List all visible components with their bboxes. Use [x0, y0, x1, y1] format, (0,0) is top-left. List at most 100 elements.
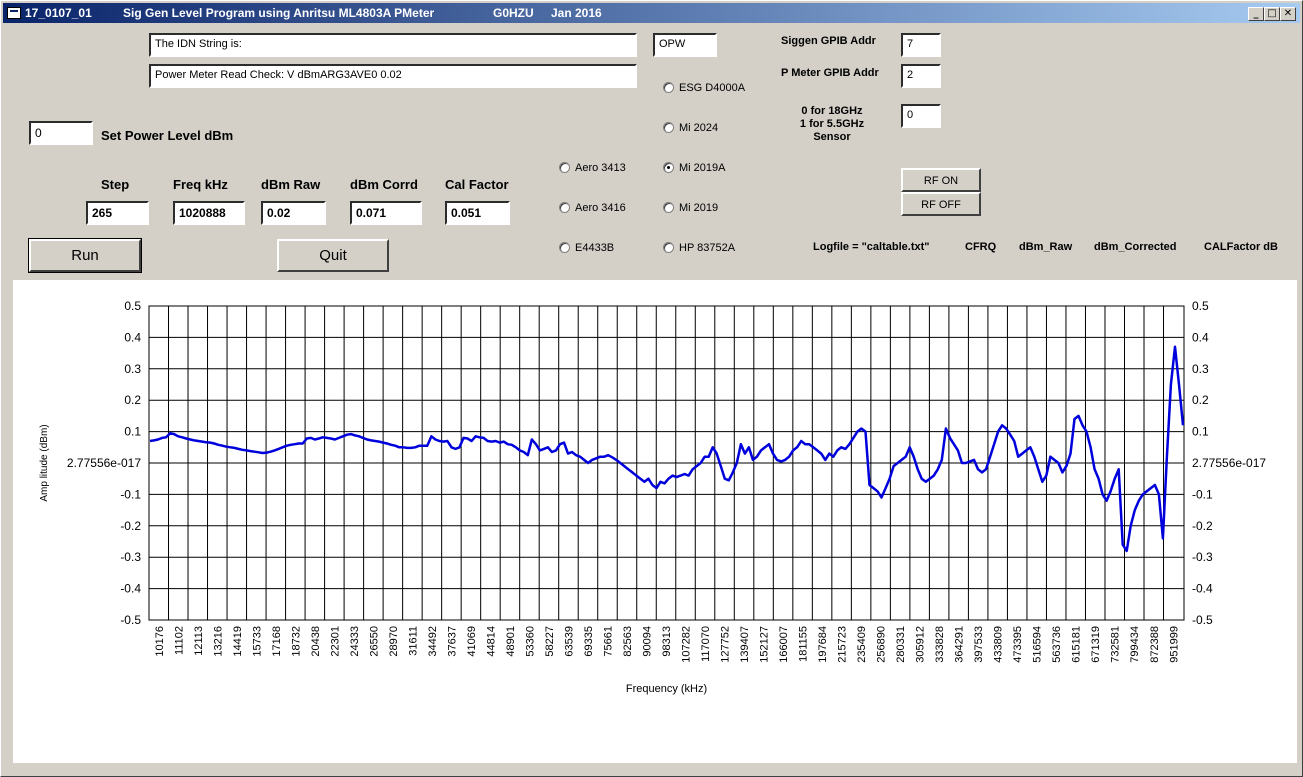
- x-tick-label: 28970: [388, 626, 400, 657]
- x-tick-label: 98313: [661, 626, 673, 657]
- radio-mi-2024[interactable]: Mi 2024: [663, 122, 718, 134]
- minimize-button[interactable]: _: [1248, 7, 1264, 21]
- x-tick-label: 166007: [778, 626, 790, 663]
- radio-mi-2019[interactable]: Mi 2019: [663, 202, 718, 214]
- title-bar[interactable]: 17_0107_01 Sig Gen Level Program using A…: [3, 3, 1300, 23]
- x-tick-label: 53360: [524, 626, 536, 657]
- step-label: Step: [101, 177, 130, 192]
- radio-aero-3413[interactable]: Aero 3413: [559, 162, 626, 174]
- x-tick-label: 90094: [642, 626, 654, 657]
- x-tick-label: 12113: [193, 626, 205, 656]
- x-tick-label: 433809: [993, 626, 1005, 663]
- y-tick-label-left: 0.1: [124, 425, 141, 439]
- pmeter-gpib-input[interactable]: 2: [901, 64, 941, 88]
- x-tick-label: 197684: [817, 626, 829, 663]
- x-tick-label: 215723: [837, 626, 849, 663]
- app-icon: [7, 7, 21, 19]
- radio-label: Mi 2024: [679, 122, 719, 134]
- y-tick-label-left: 2.77556e-017: [67, 456, 141, 470]
- x-tick-label: 107282: [681, 626, 693, 663]
- x-tick-label: 951999: [1168, 626, 1180, 663]
- dbm-corrd-label: dBm Corrd: [350, 177, 418, 192]
- logfile-col-calfactor: CALFactor dB: [1204, 241, 1278, 253]
- y-tick-label-left: -0.5: [120, 613, 141, 627]
- run-button[interactable]: Run: [28, 238, 142, 273]
- radio-e4433b[interactable]: E4433B: [559, 242, 614, 254]
- x-tick-label: 15733: [251, 626, 263, 657]
- title-id: 17_0107_01: [25, 6, 92, 20]
- read-check-field[interactable]: Power Meter Read Check: V dBmARG3AVE0 0.…: [149, 64, 637, 88]
- x-tick-label: 26550: [368, 626, 380, 657]
- x-tick-label: 333828: [934, 626, 946, 663]
- y-tick-label-right: 0.3: [1192, 362, 1209, 376]
- y-tick-label-right: -0.4: [1192, 582, 1213, 596]
- x-tick-label: 18732: [290, 626, 302, 657]
- step-value[interactable]: 265: [86, 201, 149, 225]
- freq-label: Freq kHz: [173, 177, 228, 192]
- x-tick-label: 256890: [876, 626, 888, 663]
- logfile-col-dbm-corrected: dBm_Corrected: [1094, 241, 1177, 253]
- x-tick-label: 13216: [212, 626, 224, 657]
- y-tick-label-right: -0.1: [1192, 487, 1213, 501]
- x-tick-label: 181155: [798, 626, 810, 662]
- y-tick-label-left: 0.2: [124, 393, 141, 407]
- x-tick-label: 44814: [485, 626, 497, 657]
- close-button[interactable]: ✕: [1280, 7, 1296, 21]
- radio-mi-2019a[interactable]: Mi 2019A: [663, 162, 725, 174]
- title-callsign: G0HZU: [493, 6, 534, 20]
- radio-label: Mi 2019: [679, 202, 719, 214]
- x-tick-label: 75661: [602, 626, 614, 657]
- x-tick-label: 732581: [1110, 626, 1122, 663]
- rf-on-button[interactable]: RF ON: [901, 168, 981, 192]
- cal-factor-value[interactable]: 0.051: [445, 201, 510, 225]
- radio-hp-83752a[interactable]: HP 83752A: [663, 242, 735, 254]
- y-tick-label-left: -0.1: [120, 487, 141, 501]
- radio-esg-d4000a[interactable]: ESG D4000A: [663, 82, 745, 94]
- x-tick-label: 31611: [407, 626, 419, 656]
- radio-label: E4433B: [575, 242, 615, 254]
- freq-value[interactable]: 1020888: [173, 201, 245, 225]
- siggen-gpib-input[interactable]: 7: [901, 33, 941, 57]
- dbm-corrd-value[interactable]: 0.071: [350, 201, 422, 225]
- chart-panel: 0.5 0.5 0.4 0.4 0.3 0.3 0.2 0.2 0.1 0.1 2.77556e-0…: [13, 280, 1297, 763]
- x-tick-label: 671319: [1090, 626, 1102, 663]
- sensor-input[interactable]: 0: [901, 104, 941, 128]
- siggen-gpib-label: Siggen GPIB Addr: [781, 35, 876, 47]
- radio-dot: [663, 202, 674, 213]
- x-tick-label: 473395: [1012, 626, 1024, 663]
- sensor-label-line2: 1 for 5.5GHz: [799, 118, 865, 130]
- logfile-label: Logfile = "caltable.txt": [813, 241, 930, 253]
- title-text: Sig Gen Level Program using Anritsu ML48…: [123, 6, 435, 20]
- y-tick-label-right: 0.4: [1192, 330, 1209, 344]
- maximize-button[interactable]: □: [1264, 7, 1280, 21]
- rf-off-button[interactable]: RF OFF: [901, 192, 981, 216]
- y-tick-label-right: -0.3: [1192, 550, 1213, 564]
- x-tick-label: 235409: [856, 626, 868, 663]
- x-tick-label: 24333: [349, 626, 361, 657]
- calibration-chart: 0.5 0.5 0.4 0.4 0.3 0.3 0.2 0.2 0.1 0.1 2.77556e-0…: [39, 299, 1266, 695]
- x-tick-label: 11102: [173, 626, 185, 655]
- x-axis-label: Frequency (kHz): [626, 683, 707, 695]
- x-tick-label: 58227: [544, 626, 556, 657]
- y-tick-label-left: -0.2: [120, 519, 141, 533]
- x-tick-label: 364291: [954, 626, 966, 663]
- idn-string-field[interactable]: The IDN String is:: [149, 33, 637, 57]
- radio-aero-3416[interactable]: Aero 3416: [559, 202, 626, 214]
- power-level-input[interactable]: 0: [29, 121, 93, 145]
- x-tick-label: 516594: [1032, 626, 1044, 663]
- x-tick-label: 82563: [622, 626, 634, 657]
- sensor-label: 0 for 18GHz 1 for 5.5GHz Sensor: [786, 105, 878, 144]
- radio-dot: [663, 242, 674, 253]
- dbm-raw-value[interactable]: 0.02: [261, 201, 326, 225]
- x-tick-label: 872388: [1149, 626, 1161, 663]
- quit-button[interactable]: Quit: [277, 239, 389, 272]
- x-tick-label: 563736: [1051, 626, 1063, 663]
- main-window: 17_0107_01 Sig Gen Level Program using A…: [0, 0, 1303, 777]
- x-tick-label: 127752: [720, 626, 732, 663]
- opw-field[interactable]: OPW: [653, 33, 717, 57]
- x-tick-label: 397533: [973, 626, 985, 663]
- radio-label: ESG D4000A: [679, 82, 746, 94]
- y-tick-label-left: 0.5: [124, 299, 141, 313]
- y-tick-label-left: 0.3: [124, 362, 141, 376]
- x-tick-label: 280331: [895, 626, 907, 663]
